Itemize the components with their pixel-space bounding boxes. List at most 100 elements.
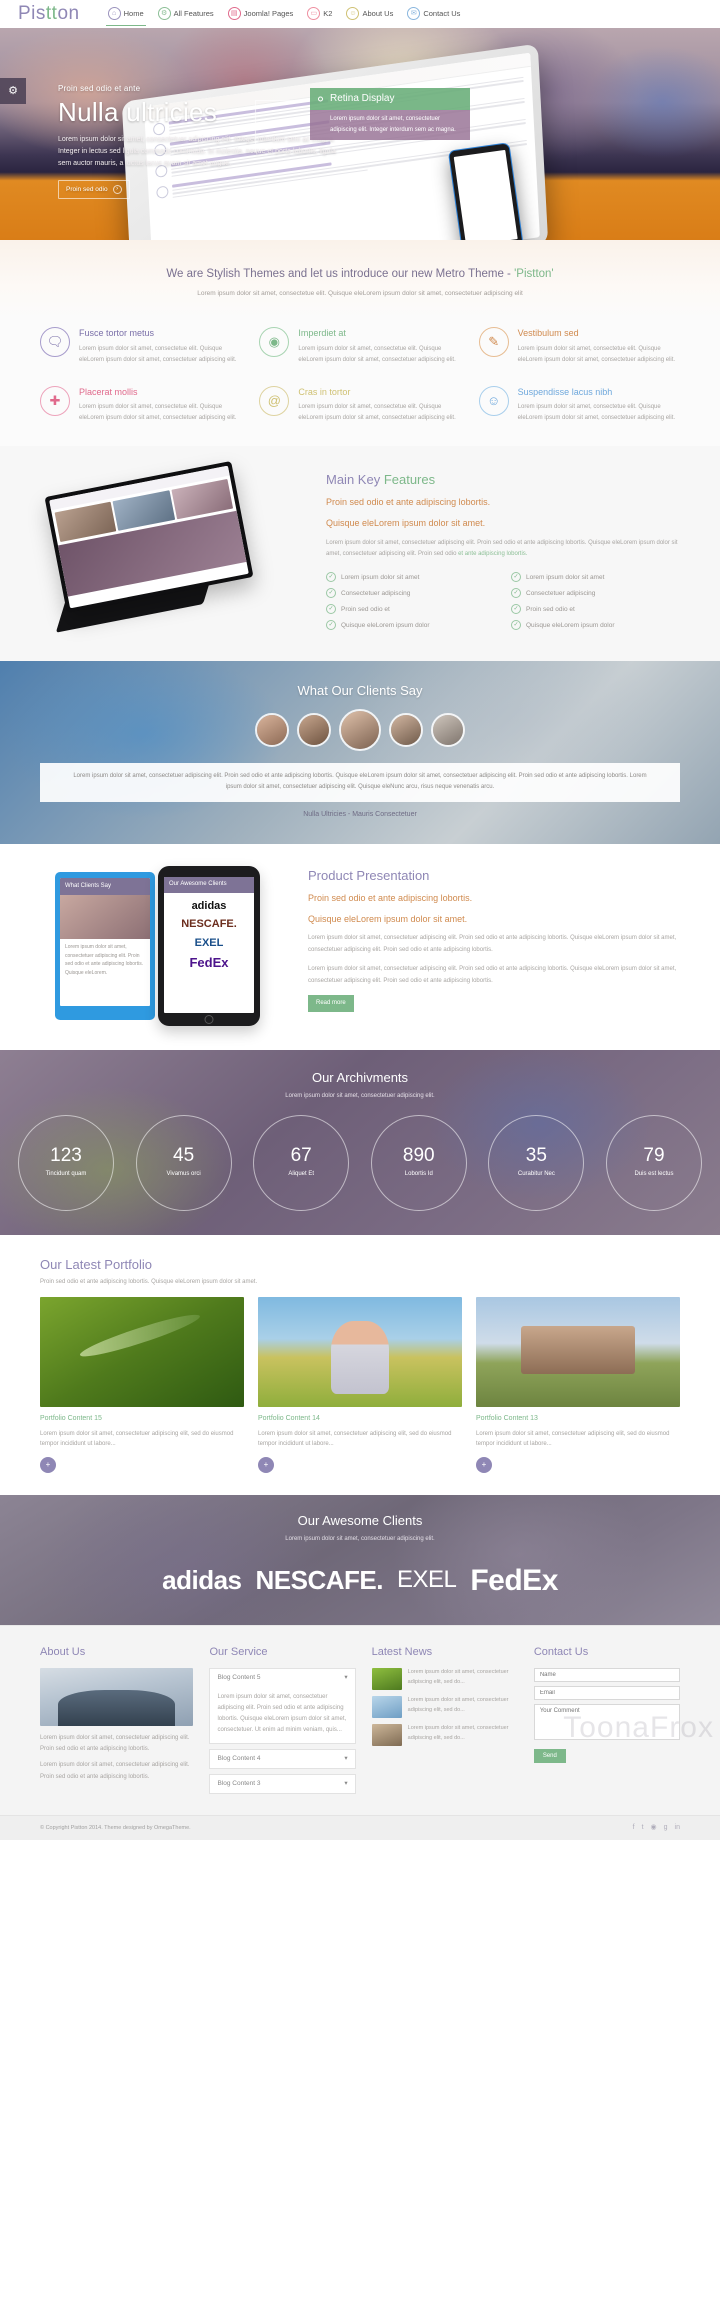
footer-service-column: Our Service Blog Content 5 ▾ Lorem ipsum… xyxy=(209,1644,356,1799)
client-logo-adidas[interactable]: adidas xyxy=(162,1561,242,1600)
feature-text: Lorem ipsum dolor sit amet, consectetue … xyxy=(298,345,456,363)
comment-field[interactable] xyxy=(533,1704,680,1741)
windows-phone-mockup: What Clients Say Lorem ipsum dolor sit a… xyxy=(55,872,155,1021)
linkedin-icon[interactable]: in xyxy=(675,1823,680,1834)
portfolio-thumbnail[interactable] xyxy=(258,1297,462,1408)
gear-icon[interactable]: ⚙ xyxy=(0,78,26,104)
chevron-down-icon: ▾ xyxy=(344,1674,348,1682)
hero-cta-button[interactable]: Proin sed odio › xyxy=(58,179,130,200)
accordion-header-blog-content-5[interactable]: Blog Content 5 ▾ xyxy=(209,1668,356,1687)
portfolio-more-button[interactable]: + xyxy=(40,1457,56,1474)
check-list-item: ✓ Quisque eleLorem ipsum dolor xyxy=(511,617,680,633)
product-paragraph-1: Lorem ipsum dolor sit amet, consectetuer… xyxy=(308,935,677,953)
counter-label: Tincidunt quam xyxy=(45,1171,87,1178)
intro-subtext: Lorem ipsum dolor sit amet, consectetue … xyxy=(197,290,523,298)
rss-icon[interactable]: ◉ xyxy=(651,1823,657,1834)
feature-item-placerat-mollis[interactable]: ✚ Placerat mollis Lorem ipsum dolor sit … xyxy=(40,385,241,425)
check-label: Lorem ipsum dolor sit amet xyxy=(341,573,420,581)
site-logo[interactable]: Pistton xyxy=(18,0,80,28)
nav-item-contact-us[interactable]: ✉ Contact Us xyxy=(401,2,466,26)
phone1-buttons: ◁ ▦ ⚲ xyxy=(60,995,150,1004)
footer-news-title: Latest News xyxy=(371,1645,433,1658)
accordion-label: Blog Content 4 xyxy=(217,1755,261,1763)
feature-title: Placerat mollis xyxy=(79,386,138,397)
news-thumbnail xyxy=(371,1668,402,1691)
surface-tablet-image xyxy=(40,461,310,635)
avatar[interactable] xyxy=(431,712,465,747)
intro-section: We are Stylish Themes and let us introdu… xyxy=(0,240,720,317)
portfolio-thumbnail[interactable] xyxy=(476,1297,680,1408)
send-button[interactable]: Send xyxy=(533,1748,566,1763)
email-field[interactable] xyxy=(533,1686,680,1701)
feature-item-suspendisse-lacus-nibh[interactable]: ☺ Suspendisse lacus nibh Lorem ipsum dol… xyxy=(478,385,680,425)
footer-about-text-2: Lorem ipsum dolor sit amet, consectetuer… xyxy=(40,1762,190,1780)
feature-text: Lorem ipsum dolor sit amet, consectetue … xyxy=(517,345,676,363)
site-footer: About Us Lorem ipsum dolor sit amet, con… xyxy=(0,1624,720,1815)
client-logo-exel[interactable]: EXEL xyxy=(397,1562,457,1598)
twitter-icon[interactable]: t xyxy=(642,1823,644,1834)
portfolio-more-button[interactable]: + xyxy=(476,1457,492,1474)
news-text: Lorem ipsum dolor sit amet, consectetuer… xyxy=(407,1697,509,1713)
at-sign-icon: @ xyxy=(259,385,290,416)
achievements-subtext: Lorem ipsum dolor sit amet, consectetuer… xyxy=(285,1092,435,1099)
client-logo-nescafe[interactable]: NESCAFE. xyxy=(256,1561,384,1600)
avatar[interactable] xyxy=(339,708,381,751)
news-item[interactable]: Lorem ipsum dolor sit amet, consectetuer… xyxy=(371,1668,518,1691)
name-field[interactable] xyxy=(533,1668,680,1683)
phone2-title: Our Awesome Clients xyxy=(164,877,254,893)
client-logo-fedex[interactable]: FedEx xyxy=(470,1558,558,1603)
check-list-item: ✓ Consectetuer adipiscing xyxy=(511,585,680,601)
check-list-item: ✓ Lorem ipsum dolor sit amet xyxy=(511,569,680,585)
portfolio-card-title[interactable]: Portfolio Content 14 xyxy=(258,1414,462,1425)
counter-number: 890 xyxy=(402,1145,435,1167)
portfolio-more-button[interactable]: + xyxy=(258,1457,274,1474)
check-label: Proin sed odio et xyxy=(526,605,575,613)
check-icon: ✓ xyxy=(511,620,521,631)
portfolio-card-title[interactable]: Portfolio Content 15 xyxy=(40,1414,244,1425)
nav-item-home[interactable]: ⌂ Home xyxy=(102,2,150,26)
avatar[interactable] xyxy=(389,712,423,747)
portfolio-thumbnail[interactable] xyxy=(40,1297,244,1408)
portfolio-card[interactable]: Portfolio Content 15 Lorem ipsum dolor s… xyxy=(40,1297,244,1474)
avatar[interactable] xyxy=(297,712,331,747)
news-item[interactable]: Lorem ipsum dolor sit amet, consectetuer… xyxy=(371,1724,518,1747)
news-item[interactable]: Lorem ipsum dolor sit amet, consectetuer… xyxy=(371,1696,518,1719)
read-more-button[interactable]: Read more xyxy=(308,995,354,1012)
nav-item-k2[interactable]: ▭ K2 xyxy=(301,2,338,26)
portfolio-card[interactable]: Portfolio Content 13 Lorem ipsum dolor s… xyxy=(476,1297,680,1474)
news-thumbnail xyxy=(371,1696,402,1719)
site-header: Pistton ⌂ Home ⚙ All Features ▤ Joomla! … xyxy=(0,0,720,28)
nav-item-joomla-pages[interactable]: ▤ Joomla! Pages xyxy=(222,2,300,26)
portfolio-card-title[interactable]: Portfolio Content 13 xyxy=(476,1414,680,1425)
check-label: Proin sed odio et xyxy=(341,605,390,613)
product-devices-image: What Clients Say Lorem ipsum dolor sit a… xyxy=(40,866,290,1027)
intro-heading-a: We are Stylish Themes and let us introdu… xyxy=(166,268,515,280)
accordion-header-blog-content-3[interactable]: Blog Content 3 ▾ xyxy=(209,1774,356,1794)
nav-item-about-us[interactable]: ☺ About Us xyxy=(340,2,399,26)
tooltip-title-text: Retina Display xyxy=(330,93,395,104)
main-key-check-lists: ✓ Lorem ipsum dolor sit amet ✓ Consectetue… xyxy=(326,569,680,633)
feature-item-fusce-tortor-metus[interactable]: 🗨 Fusce tortor metus Lorem ipsum dolor s… xyxy=(40,327,241,366)
portfolio-card[interactable]: Portfolio Content 14 Lorem ipsum dolor s… xyxy=(258,1297,462,1474)
feature-item-cras-in-tortor[interactable]: @ Cras in tortor Lorem ipsum dolor sit a… xyxy=(259,385,460,425)
accordion-header-blog-content-4[interactable]: Blog Content 4 ▾ xyxy=(209,1749,356,1770)
google-plus-icon[interactable]: g xyxy=(664,1823,668,1834)
clients-subtext: Lorem ipsum dolor sit amet, consectetuer… xyxy=(285,1535,435,1542)
testimonial-avatars xyxy=(0,708,720,751)
client-logos: adidas NESCAFE. EXEL FedEx xyxy=(0,1558,720,1603)
brand-logo-nescafe: NESCAFE. xyxy=(181,918,237,931)
portfolio-section: Our Latest Portfolio Proin sed odio et a… xyxy=(0,1234,720,1496)
feature-item-vestibulum-sed[interactable]: ✎ Vestibulum sed Lorem ipsum dolor sit a… xyxy=(478,327,680,366)
nav-item-all-features[interactable]: ⚙ All Features xyxy=(152,2,220,26)
testimonial-quote-text: Lorem ipsum dolor sit amet, consectetuer… xyxy=(73,772,647,791)
feature-item-imperdiet-at[interactable]: ◉ Imperdiet at Lorem ipsum dolor sit ame… xyxy=(259,327,460,366)
counter-number: 67 xyxy=(290,1145,312,1167)
windows-icon: ▦ xyxy=(102,996,108,1003)
nav-label: Home xyxy=(123,8,144,18)
check-list-item: ✓ Lorem ipsum dolor sit amet xyxy=(326,569,495,585)
logo-part-1: Pis xyxy=(18,2,46,24)
product-presentation-section: What Clients Say Lorem ipsum dolor sit a… xyxy=(0,844,720,1051)
counter-number: 79 xyxy=(643,1145,665,1167)
avatar[interactable] xyxy=(255,712,289,747)
facebook-icon[interactable]: f xyxy=(633,1823,635,1834)
